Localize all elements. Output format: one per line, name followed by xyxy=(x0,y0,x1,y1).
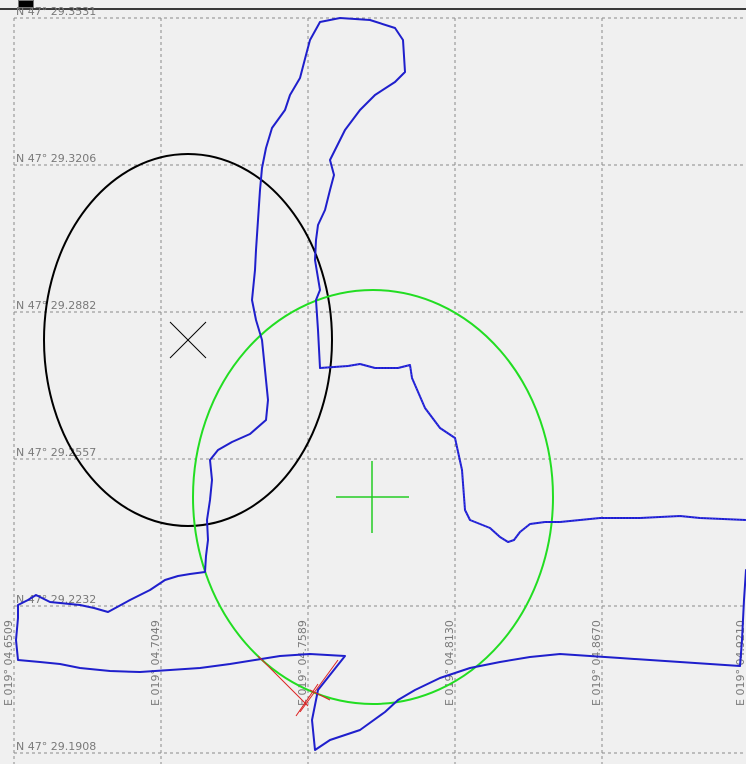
latitude-labels: N 47° 29.3531 N 47° 29.3206 N 47° 29.288… xyxy=(16,5,96,753)
lon-label-3: E 019° 04.7589 xyxy=(296,620,309,706)
gps-track-map[interactable]: N 47° 29.3531 N 47° 29.3206 N 47° 29.288… xyxy=(0,0,746,764)
lon-label-2: E 019° 04.7049 xyxy=(149,620,162,706)
lat-label-3: N 47° 29.2882 xyxy=(16,299,96,312)
lat-label-1: N 47° 29.3531 xyxy=(16,5,96,18)
lon-label-5: E 019° 04.8670 xyxy=(590,620,603,706)
lon-label-4: E 019° 04.8130 xyxy=(443,620,456,706)
lat-label-2: N 47° 29.3206 xyxy=(16,152,96,165)
gps-track xyxy=(15,17,746,751)
map-grid xyxy=(13,17,746,764)
x-cross-icon xyxy=(169,321,207,359)
lat-label-4: N 47° 29.2557 xyxy=(16,446,96,459)
gps-track-line xyxy=(15,17,746,751)
lon-label-1: E 019° 04.6509 xyxy=(2,620,15,706)
plus-cross-icon xyxy=(336,461,409,533)
longitude-labels: E 019° 04.6509 E 019° 04.7049 E 019° 04.… xyxy=(2,620,746,706)
lat-label-6: N 47° 29.1908 xyxy=(16,740,96,753)
